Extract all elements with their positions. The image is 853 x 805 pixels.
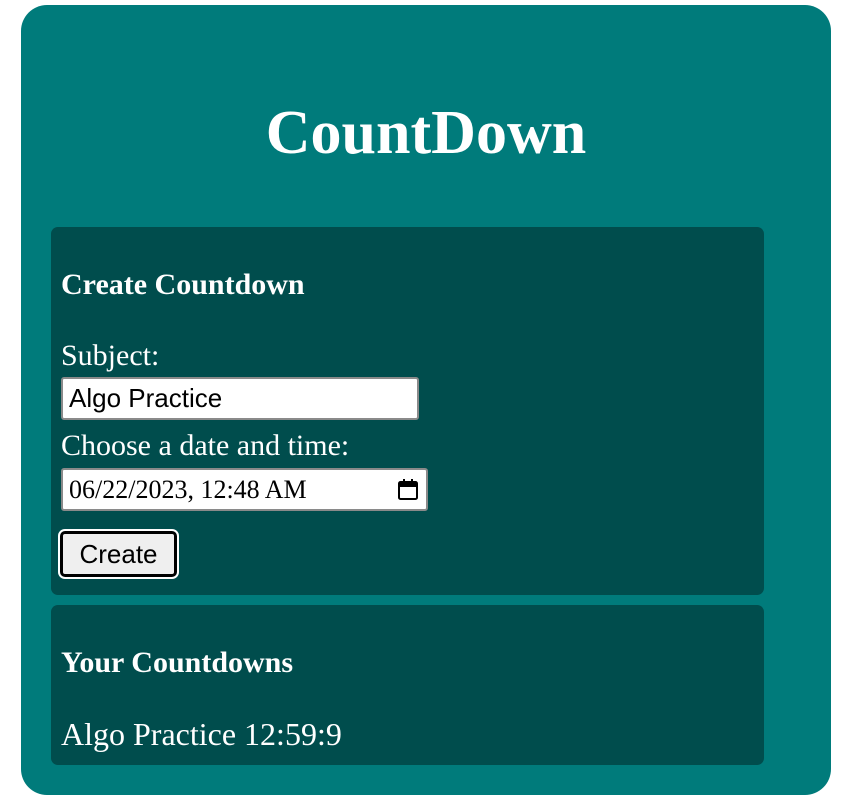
countdown-app: CountDown Create Countdown Subject: Algo…	[21, 5, 831, 795]
date-time-input[interactable]: 06/22/2023, 12:48 AM	[61, 468, 428, 511]
date-time-value: 06/22/2023, 12:48 AM	[69, 475, 307, 504]
countdowns-panel: Your Countdowns Algo Practice 12:59:9	[51, 605, 764, 765]
date-time-label: Choose a date and time:	[61, 429, 350, 462]
page-title: CountDown	[265, 99, 587, 167]
create-countdown-panel: Create Countdown Subject: Algo Practice …	[51, 227, 764, 595]
subject-input[interactable]: Algo Practice	[61, 377, 419, 420]
countdown-item: Algo Practice 12:59:9	[61, 716, 342, 752]
subject-label: Subject:	[61, 339, 160, 372]
create-countdown-heading: Create Countdown	[61, 268, 305, 301]
create-button[interactable]: Create	[58, 529, 179, 579]
your-countdowns-heading: Your Countdowns	[61, 646, 294, 679]
calendar-icon[interactable]	[398, 479, 418, 501]
